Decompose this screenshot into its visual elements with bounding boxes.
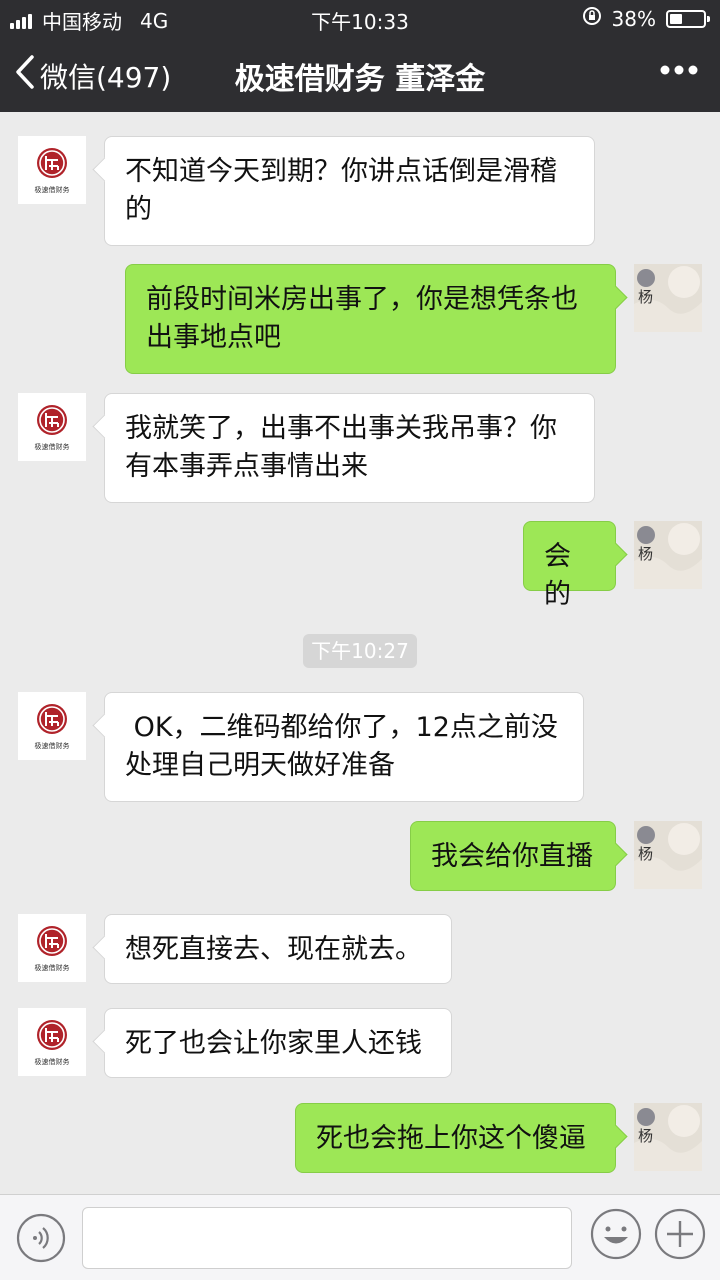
battery-fill [670,13,683,24]
lender-logo-caption: 极速借财务 [34,742,70,750]
message-bubble[interactable]: 会的 [523,521,616,610]
voice-icon [16,1213,66,1267]
lender-logo-caption: 极速借财务 [34,1058,70,1066]
message-input[interactable] [82,1207,572,1269]
plus-icon [654,1208,706,1264]
lender-logo-caption: 极速借财务 [34,443,70,451]
lender-avatar[interactable]: 极速借财务 [18,136,86,204]
user-avatar[interactable]: 杨 [634,1103,702,1171]
rotation-lock-icon [582,6,602,31]
message-bubble[interactable]: 不知道今天到期？你讲点话倒是滑稽 的 [104,136,595,246]
message-bubble[interactable]: OK，二维码都给你了，12点之前没 处理自己明天做好准备 [104,692,584,802]
message-bubble[interactable]: 死了也会让你家里人还钱 [104,1008,452,1078]
input-bar [0,1194,720,1280]
plus-button[interactable] [654,1208,706,1264]
lender-logo-caption: 极速借财务 [34,186,70,194]
emoji-icon [590,1208,642,1264]
lender-avatar[interactable]: 极速借财务 [18,692,86,760]
message-bubble[interactable]: 我会给你直播 [410,821,616,891]
user-avatar[interactable]: 杨 [634,264,702,332]
user-avatar-name: 杨 [638,288,654,306]
more-button[interactable] [660,60,698,79]
user-avatar[interactable]: 杨 [634,821,702,889]
message-bubble[interactable]: 我就笑了，出事不出事关我吊事？你 有本事弄点事情出来 [104,393,595,503]
message-bubble[interactable]: 前段时间米房出事了，你是想凭条也 出事地点吧 [125,264,616,374]
battery-percent: 38% [611,6,656,31]
lender-avatar[interactable]: 极速借财务 [18,393,86,461]
chat-area[interactable]: 极速借财务 不知道今天到期？你讲点话倒是滑稽 的 杨 前段时间米房出事了，你是想… [0,112,720,1194]
lender-logo-caption: 极速借财务 [34,964,70,972]
user-avatar-name: 杨 [638,845,654,863]
voice-button[interactable] [16,1213,66,1267]
user-avatar-name: 杨 [638,545,654,563]
emoji-button[interactable] [590,1208,642,1264]
timestamp-divider: 下午10:27 [303,634,417,668]
chat-title: 极速借财务 董泽金 [234,62,486,97]
lender-avatar[interactable]: 极速借财务 [18,1008,86,1076]
message-bubble[interactable]: 想死直接去、现在就去。 [104,914,452,984]
lender-avatar[interactable]: 极速借财务 [18,914,86,982]
user-avatar-name: 杨 [638,1127,654,1145]
more-dots-icon [660,60,698,79]
nav-bar: 微信(497) 极速借财务 董泽金 [0,38,720,112]
message-bubble[interactable]: 死也会拖上你这个傻逼 [295,1103,616,1173]
user-avatar[interactable]: 杨 [634,521,702,589]
status-right: 38% [582,6,710,31]
battery-icon [666,9,710,28]
status-bar: 中国移动 4G 下午10:33 38% [0,0,720,38]
